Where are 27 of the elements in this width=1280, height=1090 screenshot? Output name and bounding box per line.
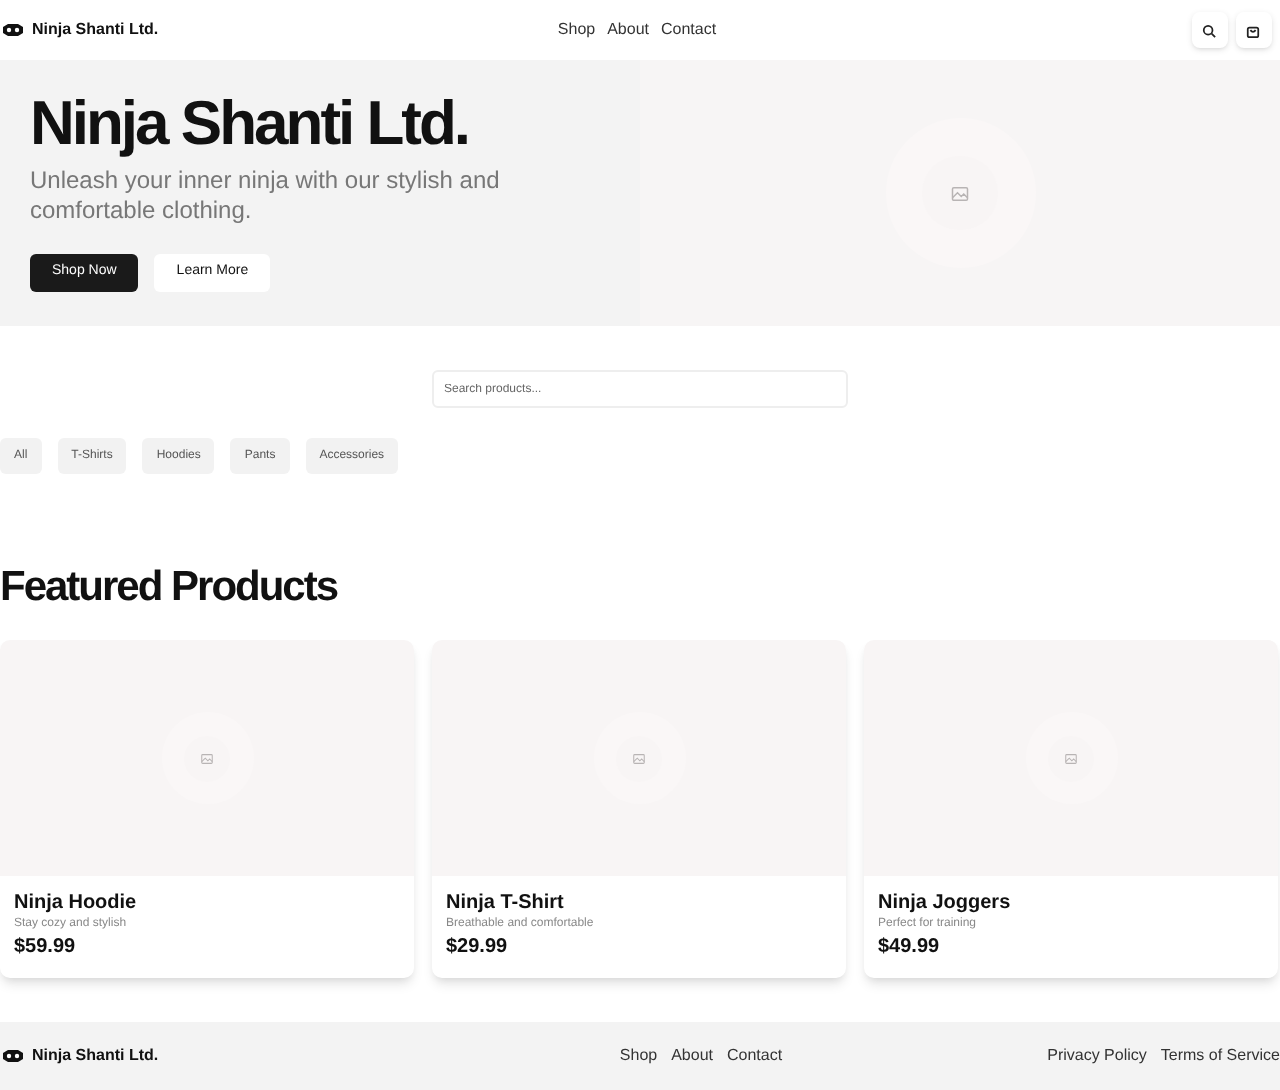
footer-link[interactable]: Terms of Service [1160,1044,1280,1068]
footer-link[interactable]: Contact [727,1044,783,1068]
image-placeholder-icon [632,751,646,765]
search-icon [1202,23,1217,37]
product-price: $29.99 [446,934,510,960]
product-name: Ninja Hoodie [14,892,139,916]
product-name: Ninja Joggers [878,892,1013,916]
product-price: $59.99 [14,934,78,960]
footer-link[interactable]: Shop [619,1044,658,1068]
nav-link[interactable]: Contact [661,18,717,42]
nav-link[interactable]: About [607,18,649,42]
search-button[interactable] [1191,12,1228,48]
brand-name[interactable]: Ninja Shanti Ltd. [32,1044,159,1068]
nav-link[interactable]: Shop [557,18,596,42]
section-heading: Featured Products [0,562,340,614]
brand-name[interactable]: Ninja Shanti Ltd. [32,18,159,42]
image-placeholder-icon [1064,751,1078,765]
product-name: Ninja T-Shirt [446,892,566,916]
image-placeholder-icon [200,751,214,765]
product-price: $49.99 [878,934,942,960]
hero-title: Ninja Shanti Ltd. [30,88,471,160]
footer-link[interactable]: About [671,1044,713,1068]
bag-icon [1246,23,1261,37]
footer-link[interactable]: Privacy Policy [1047,1044,1147,1068]
hero-subtitle: Unleash your inner ninja with our stylish and comfortable clothing. [30,166,502,226]
image-placeholder-icon [950,183,970,203]
cart-button[interactable] [1235,12,1272,48]
